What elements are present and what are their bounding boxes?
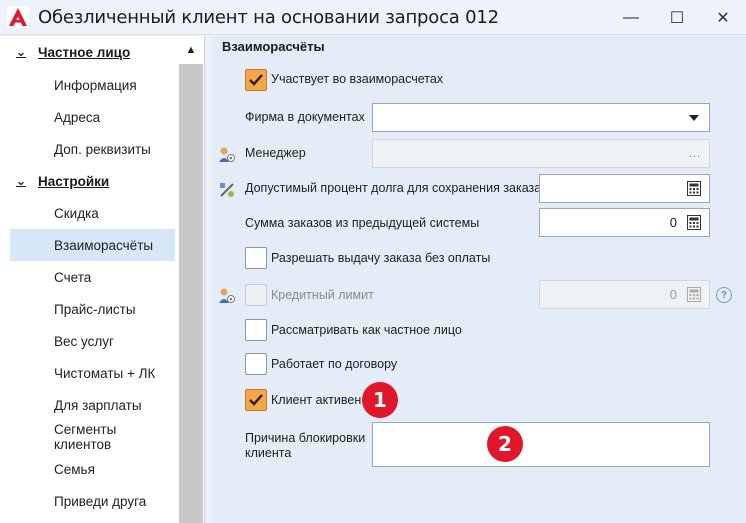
window-title: Обезличенный клиент на основании запроса… xyxy=(38,6,499,28)
sidebar-item-label: Доп. реквизиты xyxy=(54,141,151,157)
chevron-down-icon: ⌄ xyxy=(16,174,27,188)
chevron-down-icon: ⌄ xyxy=(16,45,27,59)
debt-percent-label: Допустимый процент долга для сохранения … xyxy=(245,181,542,195)
section-title: Взаиморасчёты xyxy=(222,39,325,54)
manager-label: Менеджер xyxy=(245,146,306,160)
credit-limit-label: Кредитный лимит xyxy=(271,288,374,302)
annotation-badge-2: 2 xyxy=(487,426,523,462)
allow-without-payment-label: Разрешать выдачу заказа без оплаты xyxy=(271,251,491,265)
sidebar-item-addresses[interactable]: Адреса xyxy=(10,101,175,133)
credit-limit-checkbox[interactable] xyxy=(245,284,267,306)
calculator-icon[interactable] xyxy=(687,181,701,196)
sidebar-nav: ▲ ⌄ Частное лицо Информация Адреса Доп. … xyxy=(0,36,205,523)
sidebar-item-label: Адреса xyxy=(54,109,101,125)
firm-select[interactable] xyxy=(372,103,710,132)
annotation-badge-1: 1 xyxy=(362,382,398,418)
debt-percent-input[interactable] xyxy=(539,174,710,203)
manager-field[interactable]: ... xyxy=(372,139,710,168)
sidebar-item-label: Прайс-листы xyxy=(54,301,136,317)
allow-without-payment-checkbox[interactable] xyxy=(245,247,267,269)
help-icon[interactable]: ? xyxy=(716,287,732,303)
sidebar-scrollbar[interactable] xyxy=(179,64,203,523)
sidebar-item-label: Взаиморасчёты xyxy=(54,237,154,253)
calculator-icon xyxy=(687,287,701,302)
sidebar-item-label: Сегменты клиентов xyxy=(54,422,117,452)
as-private-checkbox[interactable] xyxy=(245,319,267,341)
close-button[interactable]: ✕ xyxy=(700,0,746,35)
sidebar-item-chistomaty[interactable]: Чистоматы + ЛК xyxy=(10,357,175,389)
by-contract-checkbox[interactable] xyxy=(245,353,267,375)
client-active-label: Клиент активен xyxy=(271,393,362,407)
block-reason-label-line2: клиента xyxy=(245,446,292,460)
participates-label: Участвует во взаиморасчетах xyxy=(271,72,444,86)
chevron-down-icon xyxy=(689,115,699,121)
manager-person-icon xyxy=(219,147,235,162)
block-reason-textarea[interactable] xyxy=(372,422,710,467)
sidebar-item-refer-friend[interactable]: Приведи друга xyxy=(10,485,175,517)
sidebar-item-label: Информация xyxy=(54,77,137,93)
manager-person-icon xyxy=(219,288,235,303)
by-contract-label: Работает по договору xyxy=(271,357,398,371)
prev-orders-sum-value: 0 xyxy=(669,215,677,230)
nav-group-label: Настройки xyxy=(38,173,110,189)
sidebar-item-info[interactable]: Информация xyxy=(10,69,175,101)
nav-group-private-person[interactable]: ⌄ Частное лицо xyxy=(10,36,175,68)
sidebar-item-label: Приведи друга xyxy=(54,493,147,509)
nav-group-label: Частное лицо xyxy=(38,44,131,60)
sidebar-item-label: Счета xyxy=(54,269,92,285)
client-active-checkbox[interactable] xyxy=(245,389,267,411)
sidebar-item-discount[interactable]: Скидка xyxy=(10,197,175,229)
maximize-button[interactable]: ☐ xyxy=(654,0,700,35)
sidebar-item-label: Для зарплаты xyxy=(54,397,142,413)
scroll-up-icon[interactable]: ▲ xyxy=(179,36,203,64)
calculator-icon[interactable] xyxy=(687,215,701,230)
checkmark-icon xyxy=(249,394,263,406)
firm-label: Фирма в документах xyxy=(245,110,365,124)
sidebar-item-label: Чистоматы + ЛК xyxy=(54,365,156,381)
sidebar-item-settlements[interactable]: Взаиморасчёты xyxy=(10,229,175,261)
credit-limit-value: 0 xyxy=(669,287,677,302)
as-private-label: Рассматривать как частное лицо xyxy=(271,323,462,337)
prev-orders-sum-label: Сумма заказов из предыдущей системы xyxy=(245,216,480,230)
sidebar-item-family[interactable]: Семья xyxy=(10,453,175,485)
minimize-button[interactable]: — xyxy=(608,0,654,35)
sidebar-item-accounts[interactable]: Счета xyxy=(10,261,175,293)
select-button[interactable]: ... xyxy=(689,148,701,160)
sidebar-item-service-weight[interactable]: Вес услуг xyxy=(10,325,175,357)
title-bar: Обезличенный клиент на основании запроса… xyxy=(0,0,746,35)
sidebar-item-label: Семья xyxy=(54,461,95,477)
sidebar-item-client-segments[interactable]: Сегменты клиентов xyxy=(10,421,175,453)
tools-icon xyxy=(220,183,234,197)
block-reason-label-line1: Причина блокировки xyxy=(245,431,366,445)
sidebar-item-label: Скидка xyxy=(54,205,99,221)
sidebar-item-price-lists[interactable]: Прайс-листы xyxy=(10,293,175,325)
sidebar-item-extra-details[interactable]: Доп. реквизиты xyxy=(10,133,175,165)
app-logo-icon xyxy=(6,5,30,29)
participates-checkbox[interactable] xyxy=(245,69,267,91)
sidebar-item-salary[interactable]: Для зарплаты xyxy=(10,389,175,421)
sidebar-item-label: Вес услуг xyxy=(54,333,114,349)
credit-limit-input[interactable]: 0 xyxy=(539,280,710,309)
prev-orders-sum-input[interactable]: 0 xyxy=(539,208,710,237)
nav-group-settings[interactable]: ⌄ Настройки xyxy=(10,165,175,197)
checkmark-icon xyxy=(249,74,263,86)
